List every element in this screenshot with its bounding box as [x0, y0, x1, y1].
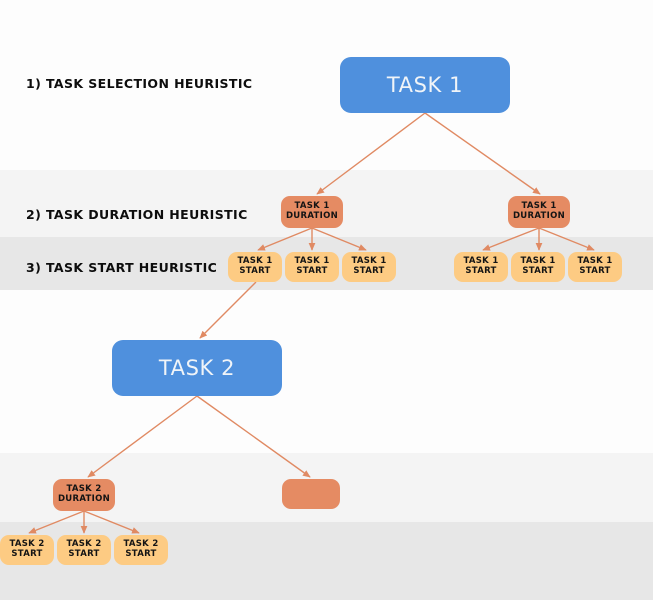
node-task-2-start-1[interactable]: TASK 2 START	[0, 535, 54, 565]
node-label: START	[239, 266, 271, 276]
node-label: TASK 1	[386, 72, 464, 97]
node-label: DURATION	[57, 494, 111, 504]
node-task-1-duration-left[interactable]: TASK 1 DURATION	[281, 196, 343, 228]
node-label: START	[579, 266, 611, 276]
row-label-heuristic-1: 1) TASK SELECTION HEURISTIC	[26, 76, 253, 91]
node-label: START	[465, 266, 497, 276]
node-task-2-start-3[interactable]: TASK 2 START	[114, 535, 168, 565]
node-task-1-start-right-2[interactable]: TASK 1 START	[511, 252, 565, 282]
node-task-2-start-2[interactable]: TASK 2 START	[57, 535, 111, 565]
diagram-canvas: 1) TASK SELECTION HEURISTIC 2) TASK DURAT…	[0, 0, 653, 600]
row-label-heuristic-3: 3) TASK START HEURISTIC	[26, 260, 218, 275]
node-task-1[interactable]: TASK 1	[340, 57, 510, 113]
node-label: START	[125, 549, 157, 559]
node-label: START	[353, 266, 385, 276]
node-task-1-start-right-3[interactable]: TASK 1 START	[568, 252, 622, 282]
node-label: TASK 2	[158, 355, 236, 380]
node-task-1-duration-right[interactable]: TASK 1 DURATION	[508, 196, 570, 228]
node-task-1-start-right-1[interactable]: TASK 1 START	[454, 252, 508, 282]
row-label-heuristic-2: 2) TASK DURATION HEURISTIC	[26, 207, 248, 222]
node-label: START	[11, 549, 43, 559]
node-label: DURATION	[512, 211, 566, 221]
node-label: START	[296, 266, 328, 276]
node-task-1-start-left-2[interactable]: TASK 1 START	[285, 252, 339, 282]
node-label: START	[68, 549, 100, 559]
node-label: START	[522, 266, 554, 276]
node-task-2[interactable]: TASK 2	[112, 340, 282, 396]
node-task-1-start-left-1[interactable]: TASK 1 START	[228, 252, 282, 282]
node-label: DURATION	[285, 211, 339, 221]
node-task-2-duration-empty[interactable]	[282, 479, 340, 509]
node-task-2-duration[interactable]: TASK 2 DURATION	[53, 479, 115, 511]
node-task-1-start-left-3[interactable]: TASK 1 START	[342, 252, 396, 282]
edge-start-to-task2	[199, 281, 257, 339]
